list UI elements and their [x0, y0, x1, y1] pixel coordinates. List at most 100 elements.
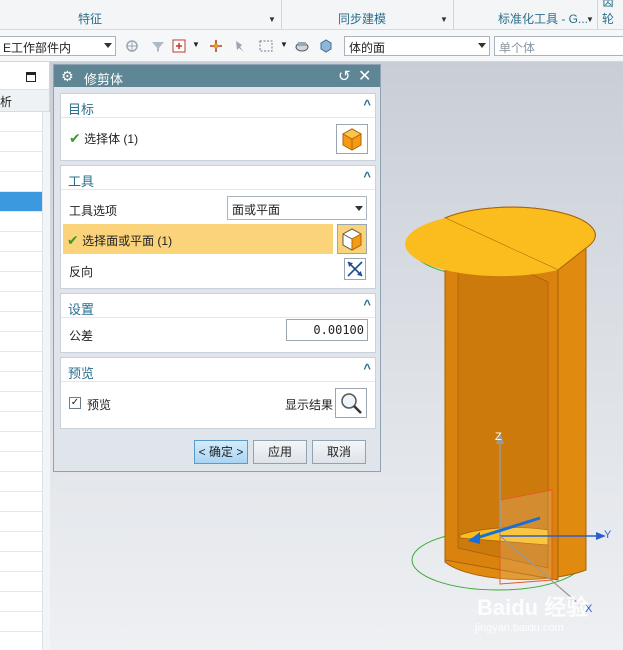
list-item[interactable] [0, 132, 42, 152]
chevron-up-icon[interactable]: ^ [363, 361, 371, 376]
selection-toolbar: E工作部件内 ▼ ▼ 体的面 单个体 [0, 30, 623, 62]
list-item[interactable] [0, 432, 42, 452]
dialog-title: 修剪体 [84, 72, 124, 87]
select-face-label: 选择面或平面 (1) [82, 234, 173, 248]
magnifier-icon [341, 393, 362, 414]
chevron-down-icon[interactable]: ▼ [586, 15, 594, 24]
section-title: 设置 [68, 302, 95, 317]
scope-combo-value: E工作部件内 [3, 41, 72, 55]
list-item[interactable] [0, 112, 42, 132]
scope-combo[interactable]: E工作部件内 [0, 36, 116, 56]
chevron-down-icon [355, 206, 363, 211]
section-title: 工具 [68, 174, 95, 189]
reset-icon[interactable]: ↺ [338, 67, 351, 85]
list-item[interactable] [0, 392, 42, 412]
ok-button[interactable]: < 确定 > [194, 440, 248, 464]
list-item[interactable] [0, 592, 42, 612]
select-body-row[interactable]: ✔ 选择体 (1) [69, 130, 138, 147]
chevron-down-icon[interactable]: ▼ [268, 15, 276, 24]
reverse-direction-button[interactable] [344, 258, 366, 280]
list-item[interactable] [0, 212, 42, 232]
list-item[interactable] [0, 312, 42, 332]
list-item[interactable] [0, 552, 42, 572]
ribbon-group-sync-modeling[interactable]: 同步建模 ▼ [282, 0, 454, 30]
axis-y-label: Y [604, 529, 612, 541]
list-item[interactable] [0, 352, 42, 372]
list-item[interactable] [0, 472, 42, 492]
axis-z-label: Z [495, 431, 502, 443]
lasso-select-icon[interactable] [258, 39, 274, 53]
ribbon-group-gear[interactable]: 齿轮 [598, 0, 623, 30]
tool-section-header[interactable]: 工具 ^ [61, 166, 375, 190]
settings-section: 设置 ^ 公差 0.00100 [60, 293, 376, 353]
list-item[interactable] [0, 272, 42, 292]
close-icon[interactable]: ✕ [358, 66, 371, 86]
list-item[interactable] [0, 172, 42, 192]
reverse-label: 反向 [69, 265, 94, 279]
list-item[interactable] [0, 292, 42, 312]
list-item[interactable] [0, 252, 42, 272]
snap-icon[interactable] [124, 39, 140, 53]
face-filter-value: 体的面 [349, 41, 386, 55]
list-item[interactable] [0, 332, 42, 352]
tool-option-select[interactable]: 面或平面 [227, 196, 367, 220]
chevron-down-icon[interactable]: ▼ [192, 40, 200, 49]
select-face-row[interactable]: ✔ 选择面或平面 (1) [63, 224, 333, 254]
maximize-icon[interactable] [26, 72, 36, 82]
navigator-scrollbar[interactable] [42, 112, 50, 650]
solid-body-icon[interactable] [318, 39, 334, 53]
list-item[interactable] [0, 512, 42, 532]
ribbon-group-standard-tools[interactable]: 标准化工具 - G... ▼ [454, 0, 598, 30]
target-section-header[interactable]: 目标 ^ [61, 94, 375, 118]
select-face-button[interactable] [337, 224, 367, 254]
check-icon: ✔ [67, 232, 79, 248]
apply-button[interactable]: 应用 [253, 440, 307, 464]
gear-icon[interactable]: ⚙ [61, 68, 74, 85]
solid-cube-icon [341, 128, 363, 151]
list-item[interactable] [0, 612, 42, 632]
list-item[interactable] [0, 232, 42, 252]
settings-section-header[interactable]: 设置 ^ [61, 294, 375, 318]
select-body-button[interactable] [336, 124, 368, 154]
dialog-title-bar[interactable]: ⚙ 修剪体 ↺ ✕ [54, 65, 380, 87]
show-result-button[interactable] [335, 388, 367, 418]
watermark: Baidu 经验 [477, 595, 589, 620]
list-item-selected[interactable] [0, 192, 42, 212]
face-cube-icon [342, 228, 362, 251]
list-item[interactable] [0, 532, 42, 552]
show-result-label: 显示结果 [285, 398, 334, 412]
list-item[interactable] [0, 412, 42, 432]
preview-section-header[interactable]: 预览 ^ [61, 358, 375, 382]
navigator-column-header[interactable]: 析 [0, 90, 49, 112]
preview-checkbox[interactable]: ✓ [69, 397, 81, 409]
body-filter-icon[interactable] [294, 39, 310, 53]
list-item[interactable] [0, 632, 42, 650]
filter-icon[interactable] [150, 39, 166, 53]
select-box-icon[interactable] [172, 39, 188, 53]
chevron-up-icon[interactable]: ^ [363, 297, 371, 312]
navigator-header [0, 62, 49, 90]
ribbon-group-label: 特征 [78, 12, 103, 26]
chevron-down-icon[interactable]: ▼ [440, 15, 448, 24]
face-filter-combo[interactable]: 体的面 [344, 36, 490, 56]
pin-icon[interactable] [232, 39, 248, 53]
list-item[interactable] [0, 572, 42, 592]
tool-section: 工具 ^ 工具选项 面或平面 ✔ 选择面或平面 (1) 反向 [60, 165, 376, 289]
trimmed-cylinder-model[interactable]: Z Y X [400, 200, 620, 620]
cancel-button[interactable]: 取消 [312, 440, 366, 464]
ribbon-group-feature[interactable]: 特征 ▼ [0, 0, 282, 30]
chevron-up-icon[interactable]: ^ [363, 97, 371, 112]
body-filter-combo[interactable]: 单个体 [494, 36, 623, 56]
tool-option-value: 面或平面 [232, 203, 281, 217]
tolerance-input[interactable]: 0.00100 [286, 319, 368, 341]
chevron-down-icon [104, 43, 112, 48]
section-title: 预览 [68, 366, 95, 381]
list-item[interactable] [0, 452, 42, 472]
list-item[interactable] [0, 152, 42, 172]
chevron-down-icon[interactable]: ▼ [280, 40, 288, 49]
list-item[interactable] [0, 372, 42, 392]
list-item[interactable] [0, 492, 42, 512]
chevron-up-icon[interactable]: ^ [363, 169, 371, 184]
point-snap-icon[interactable] [208, 39, 224, 53]
ribbon: 特征 ▼ 同步建模 ▼ 标准化工具 - G... ▼ 齿轮 [0, 0, 623, 30]
